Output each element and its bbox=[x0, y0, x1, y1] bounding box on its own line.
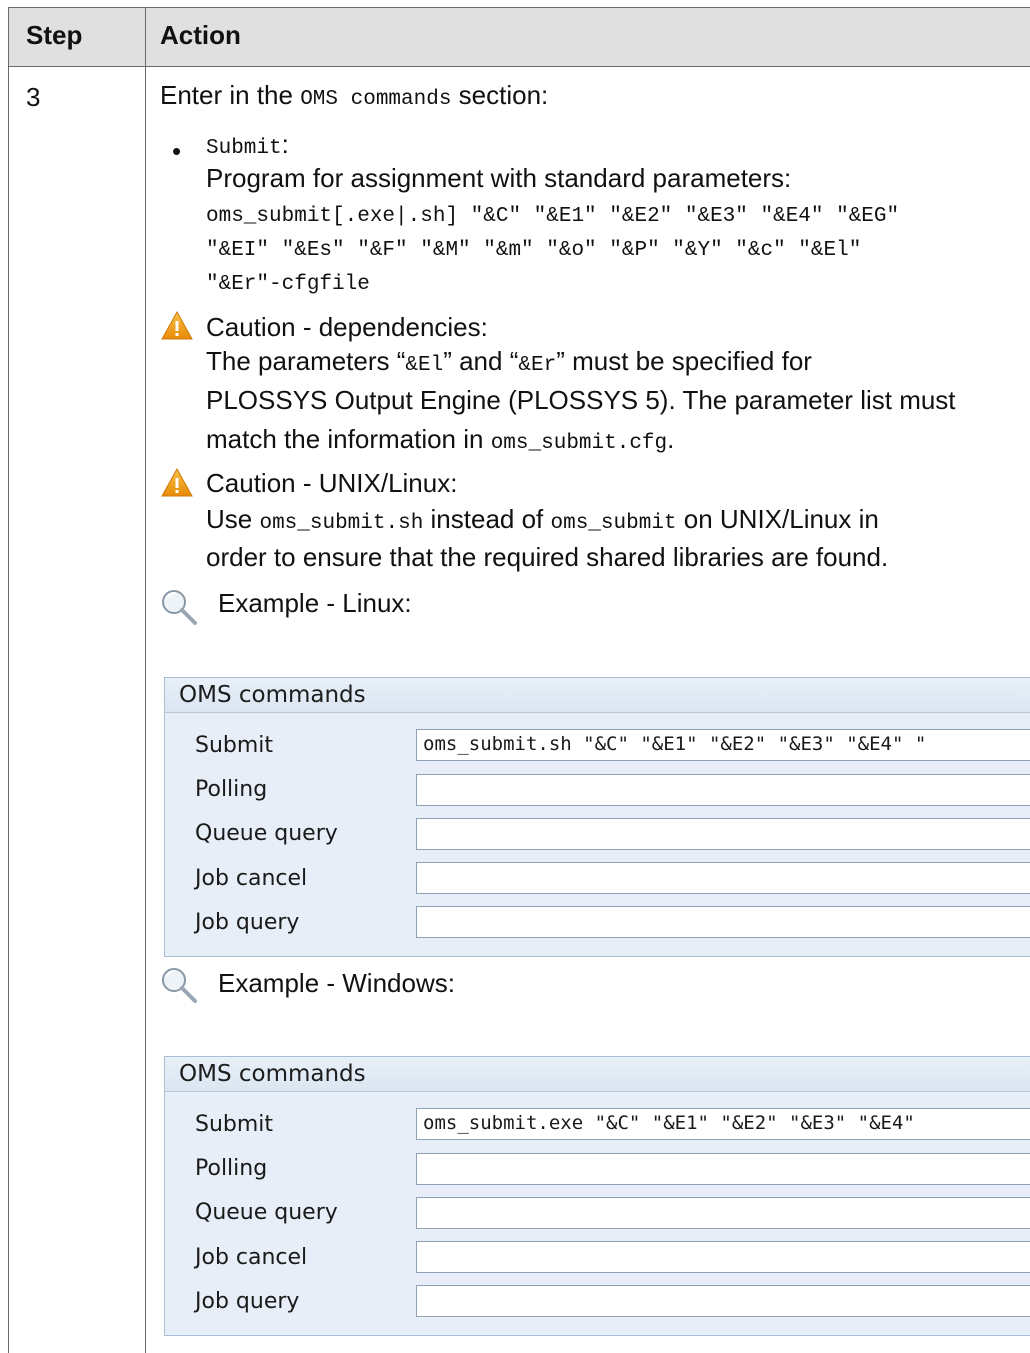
intro-suffix: section: bbox=[451, 80, 549, 110]
dep-line3-a: match the information in bbox=[206, 424, 491, 454]
warning-triangle-icon bbox=[161, 310, 193, 340]
polling-label: Polling bbox=[195, 777, 268, 802]
code-line-3: "&Er"-cfgfile bbox=[206, 273, 370, 296]
table-left-border bbox=[8, 7, 9, 1353]
panel-title-bar: OMS commands bbox=[165, 678, 1030, 713]
job-query-field[interactable] bbox=[416, 1285, 1030, 1317]
bullet-label-code: Submit bbox=[206, 137, 282, 160]
bullet-description: Program for assignment with standard par… bbox=[206, 163, 792, 193]
step-number: 3 bbox=[26, 82, 41, 112]
magnifier-icon bbox=[162, 968, 197, 1003]
caution-unix-line1: Use oms_submit.sh instead of oms_submit … bbox=[206, 502, 879, 541]
job-query-label: Job query bbox=[195, 1289, 300, 1314]
caution-dependencies-title: Caution - dependencies: bbox=[206, 312, 488, 342]
panel-title: OMS commands bbox=[179, 682, 366, 708]
submit-field-value: oms_submit.sh "&C" "&E1" "&E2" "&E3" "&E… bbox=[423, 733, 927, 755]
job-query-label: Job query bbox=[195, 910, 300, 935]
unix-text-b: instead of bbox=[423, 504, 551, 534]
code-line-1: oms_submit[.exe|.sh] "&C" "&E1" "&E2" "&… bbox=[206, 205, 900, 228]
job-query-field[interactable] bbox=[416, 906, 1030, 938]
intro-prefix: Enter in the bbox=[160, 80, 301, 110]
caution-dependencies-line2: PLOSSYS Output Engine (PLOSSYS 5). The p… bbox=[206, 385, 956, 415]
job-cancel-field[interactable] bbox=[416, 862, 1030, 894]
intro-code: OMS commands bbox=[300, 88, 452, 111]
bullet-symbol: • bbox=[172, 136, 182, 166]
warning-triangle-icon bbox=[161, 467, 193, 497]
panel-title-bar: OMS commands bbox=[165, 1057, 1030, 1092]
polling-field[interactable] bbox=[416, 1153, 1030, 1185]
dep-code-el: &El bbox=[405, 354, 444, 377]
header-action: Action bbox=[160, 20, 241, 50]
dep-text-a: The parameters “ bbox=[206, 346, 406, 376]
queue-query-field[interactable] bbox=[416, 1197, 1030, 1229]
job-cancel-field[interactable] bbox=[416, 1241, 1030, 1273]
code-line-2: "&EI" "&Es" "&F" "&M" "&m" "&o" "&P" "&Y… bbox=[206, 239, 862, 262]
submit-field[interactable]: oms_submit.sh "&C" "&E1" "&E2" "&E3" "&E… bbox=[416, 729, 1030, 761]
unix-text-a: Use bbox=[206, 504, 260, 534]
caution-dependencies-line3: match the information in oms_submit.cfg. bbox=[206, 422, 674, 461]
unix-code-sh: oms_submit.sh bbox=[259, 512, 424, 535]
polling-label: Polling bbox=[195, 1156, 268, 1181]
dep-code-er: &Er bbox=[518, 354, 557, 377]
unix-code-plain: oms_submit bbox=[550, 512, 677, 535]
job-cancel-label: Job cancel bbox=[195, 1245, 308, 1270]
table-top-border bbox=[8, 7, 1030, 8]
intro-line: Enter in the OMS commands section: bbox=[160, 78, 548, 117]
dep-text-c: ” must be specified for bbox=[556, 346, 812, 376]
panel-title: OMS commands bbox=[179, 1061, 366, 1087]
queue-query-label: Queue query bbox=[195, 1200, 338, 1225]
submit-field-value: oms_submit.exe "&C" "&E1" "&E2" "&E3" "&… bbox=[423, 1112, 915, 1134]
caution-unix-line2: order to ensure that the required shared… bbox=[206, 542, 889, 572]
dep-text-b: ” and “ bbox=[443, 346, 519, 376]
submit-label: Submit bbox=[195, 1112, 274, 1137]
submit-label: Submit bbox=[195, 733, 274, 758]
polling-field[interactable] bbox=[416, 774, 1030, 806]
bullet-label-suffix: : bbox=[281, 129, 289, 159]
dep-line3-code: oms_submit.cfg bbox=[490, 432, 668, 455]
caution-dependencies-line1: The parameters “&El” and “&Er” must be s… bbox=[206, 344, 812, 383]
header-step: Step bbox=[26, 20, 83, 50]
column-divider bbox=[145, 7, 146, 1353]
oms-commands-panel-linux: OMS commands Submit oms_submit.sh "&C" "… bbox=[164, 677, 1030, 957]
example-windows-title: Example - Windows: bbox=[218, 968, 455, 998]
caution-unix-title: Caution - UNIX/Linux: bbox=[206, 468, 458, 498]
magnifier-icon bbox=[162, 590, 197, 625]
job-cancel-label: Job cancel bbox=[195, 866, 308, 891]
example-linux-title: Example - Linux: bbox=[218, 588, 412, 618]
queue-query-label: Queue query bbox=[195, 821, 338, 846]
dep-line3-b: . bbox=[667, 424, 675, 454]
submit-field[interactable]: oms_submit.exe "&C" "&E1" "&E2" "&E3" "&… bbox=[416, 1108, 1030, 1140]
unix-text-c: on UNIX/Linux in bbox=[676, 504, 879, 534]
queue-query-field[interactable] bbox=[416, 818, 1030, 850]
oms-commands-panel-windows: OMS commands Submit oms_submit.exe "&C" … bbox=[164, 1056, 1030, 1336]
